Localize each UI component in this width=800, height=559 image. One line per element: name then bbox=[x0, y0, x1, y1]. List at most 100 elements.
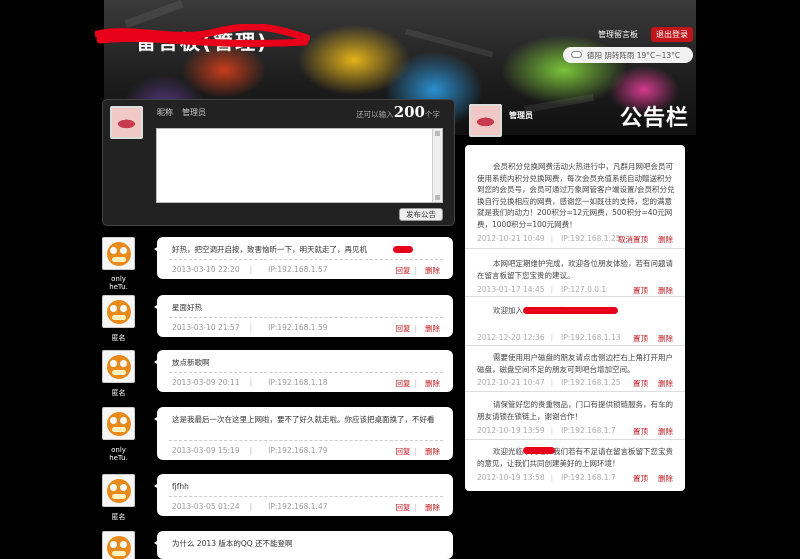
weather-widget: 德阳 阴转阵雨 19°C~13°C bbox=[563, 47, 693, 63]
char-count: 200 bbox=[393, 103, 425, 121]
ip-address: IP:192.168.1.7 bbox=[561, 426, 616, 435]
pin-button[interactable]: 置顶 bbox=[633, 334, 648, 343]
message-text: 为什么 2013 版本的QQ 还不能登啊 bbox=[172, 539, 293, 548]
announcement-author-avatar bbox=[469, 104, 502, 137]
message-bubble: 好热，把空调开启按，致害恼昕一下，明天就走了，再见机 2013-03-10 22… bbox=[154, 237, 453, 279]
announcement-text: 会员积分兑换网费活动火热进行中，凡群月网吧会员可使用系统内积分兑换网费，每次会员… bbox=[477, 162, 675, 229]
announcement-item: 欢迎加入本网吧QQ群：208413645 2012-12-20 12:36|IP… bbox=[465, 297, 685, 346]
timestamp: 2013-03-09 20:11 bbox=[172, 378, 240, 387]
admin-board-link[interactable]: 管理留言板 bbox=[598, 29, 638, 40]
timestamp: 2012-10-19 13:58 bbox=[477, 473, 545, 482]
delete-button[interactable]: 删除 bbox=[658, 379, 673, 388]
message-bubble: 为什么 2013 版本的QQ 还不能登啊 bbox=[154, 531, 453, 559]
ip-address: IP:192.168.1.59 bbox=[268, 323, 328, 332]
delete-button[interactable]: 删除 bbox=[658, 235, 673, 244]
delete-button[interactable]: 删除 bbox=[658, 474, 673, 483]
author-name: only heTu. bbox=[109, 275, 128, 291]
announcement-board-title: 公告栏 bbox=[620, 106, 690, 131]
announcement-item: 欢迎光临本网吧，我们若有不足请在留言板留下您宝贵的意见，让我们共同创建美好的上网… bbox=[477, 447, 673, 483]
weather-text: 德阳 阴转阵雨 19°C~13°C bbox=[587, 51, 681, 60]
list-item: only heTu. 好热，把空调开启按，致害恼昕一下，明天就走了，再见机 20… bbox=[102, 237, 453, 291]
ip-address: IP:192.168.1.13 bbox=[561, 333, 621, 342]
announcement-item: 会员积分兑换网费活动火热进行中，凡群月网吧会员可使用系统内积分兑换网费，每次会员… bbox=[465, 145, 685, 249]
avatar bbox=[102, 531, 135, 559]
delete-button[interactable]: 删除 bbox=[658, 427, 673, 436]
list-item: 匿名 fjfhh 2013-03-05 01:24 | IP:192.168.1.4… bbox=[102, 474, 453, 524]
delete-button[interactable]: 删除 bbox=[658, 334, 673, 343]
scrollbar[interactable] bbox=[432, 129, 442, 202]
nickname-value: 管理员 bbox=[182, 108, 206, 117]
timestamp: 2012-10-19 13:59 bbox=[477, 426, 545, 435]
delete-button[interactable]: 删除 bbox=[425, 379, 440, 388]
redaction-mark bbox=[523, 307, 618, 314]
logout-button[interactable]: 退出登录 bbox=[651, 27, 693, 42]
redaction-scribble bbox=[95, 24, 310, 48]
timestamp: 2013-03-10 21:57 bbox=[172, 323, 240, 332]
message-text: fjfhh bbox=[172, 482, 189, 491]
reply-button[interactable]: 回复 bbox=[395, 503, 410, 512]
message-bubble: 星面好热 2013-03-10 21:57 | IP:192.168.1.59 回复… bbox=[154, 295, 453, 337]
delete-button[interactable]: 删除 bbox=[425, 447, 440, 456]
redaction-mark bbox=[523, 447, 555, 454]
announcement-list: 会员积分兑换网费活动火热进行中，凡群月网吧会员可使用系统内积分兑换网费，每次会员… bbox=[465, 145, 685, 491]
author-name: 匿名 bbox=[111, 389, 126, 397]
announcement-text: 本网吧定期维护完成，欢迎各位朋友体验，若有问题请在留言板留下您宝贵的建议。 bbox=[477, 259, 673, 280]
reply-button[interactable]: 回复 bbox=[395, 379, 410, 388]
avatar bbox=[102, 350, 135, 383]
message-text: 放点新歌啊 bbox=[172, 358, 210, 367]
char-counter: 还可以输入200个字 bbox=[356, 103, 440, 121]
ip-address: IP:192.168.1.79 bbox=[268, 446, 328, 455]
avatar bbox=[102, 237, 135, 270]
timestamp: 2012-12-20 12:36 bbox=[477, 333, 545, 342]
announcement-text: 欢迎光临本网吧，我们若有不足请在留言板留下您宝贵的意见，让我们共同创建美好的上网… bbox=[477, 447, 673, 468]
publish-announcement-button[interactable]: 发布公告 bbox=[399, 208, 443, 221]
delete-button[interactable]: 删除 bbox=[425, 324, 440, 333]
reply-button[interactable]: 回复 bbox=[395, 324, 410, 333]
post-form: 昵称 管理员 还可以输入200个字 发布公告 bbox=[102, 99, 455, 226]
message-bubble: 放点新歌啊 2013-03-09 20:11 | IP:192.168.1.18 回… bbox=[154, 350, 453, 392]
redaction-mark bbox=[393, 246, 413, 253]
pin-button[interactable]: 置顶 bbox=[633, 427, 648, 436]
author-name: only heTu. bbox=[109, 446, 128, 462]
announcement-author-name: 管理员 bbox=[509, 111, 533, 120]
timestamp: 2012-10-21 10:47 bbox=[477, 378, 545, 387]
announcement-text: 需要使用用户磁盘的朋友请点击侧边栏右上角打开用户磁盘，磁盘空间不足的朋友可到吧台… bbox=[477, 353, 673, 374]
pin-button[interactable]: 置顶 bbox=[633, 286, 648, 295]
announcement-item: 需要使用用户磁盘的朋友请点击侧边栏右上角打开用户磁盘，磁盘空间不足的朋友可到吧台… bbox=[465, 346, 685, 392]
unpin-button[interactable]: 取消置顶 bbox=[618, 235, 648, 244]
pin-button[interactable]: 置顶 bbox=[633, 379, 648, 388]
pin-button[interactable]: 置顶 bbox=[633, 474, 648, 483]
author-name: 匿名 bbox=[111, 513, 126, 521]
delete-button[interactable]: 删除 bbox=[658, 286, 673, 295]
list-item: 匿名 放点新歌啊 2013-03-09 20:11 | IP:192.168.1.1… bbox=[102, 350, 453, 400]
message-bubble: fjfhh 2013-03-05 01:24 | IP:192.168.1.47 回… bbox=[154, 474, 453, 516]
cloud-icon bbox=[571, 51, 582, 58]
announcement-item: 本网吧定期维护完成，欢迎各位朋友体验，若有问题请在留言板留下您宝贵的建议。 20… bbox=[465, 249, 685, 297]
message-textarea[interactable] bbox=[156, 128, 443, 203]
avatar bbox=[102, 407, 135, 440]
timestamp: 2013-03-10 22:20 bbox=[172, 265, 240, 274]
avatar bbox=[102, 474, 135, 507]
avatar bbox=[110, 106, 143, 139]
ip-address: IP:192.168.1.7 bbox=[561, 473, 616, 482]
message-text: 这是我最后一次在这里上网啦，要不了好久就走啦。你应该把桌面换了，不好看 bbox=[172, 415, 435, 424]
ip-address: IP:192.168.1.18 bbox=[268, 378, 328, 387]
timestamp: 2013-01-17 14:45 bbox=[477, 285, 545, 294]
timestamp: 2012-10-21 10:49 bbox=[477, 234, 545, 243]
list-item: 匿名 星面好热 2013-03-10 21:57 | IP:192.168.1.59… bbox=[102, 295, 453, 345]
message-text: 星面好热 bbox=[172, 303, 202, 312]
delete-button[interactable]: 删除 bbox=[425, 503, 440, 512]
timestamp: 2013-03-09 15:19 bbox=[172, 446, 240, 455]
reply-button[interactable]: 回复 bbox=[395, 266, 410, 275]
reply-button[interactable]: 回复 bbox=[395, 447, 410, 456]
delete-button[interactable]: 删除 bbox=[425, 266, 440, 275]
nickname-label: 昵称 bbox=[157, 108, 173, 117]
ip-address: IP:127.0.0.1 bbox=[561, 285, 607, 294]
avatar bbox=[102, 295, 135, 328]
announcement-item: 请保管好您的贵重物品，门口有提供锁链服务，有车的朋友请锁在锁链上，谢谢合作！ 2… bbox=[465, 392, 685, 440]
ip-address: IP:192.168.1.57 bbox=[268, 265, 328, 274]
announcement-text: 请保管好您的贵重物品，门口有提供锁链服务，有车的朋友请锁在锁链上，谢谢合作！ bbox=[477, 400, 673, 421]
author-name: 匿名 bbox=[111, 334, 126, 342]
timestamp: 2013-03-05 01:24 bbox=[172, 502, 240, 511]
list-item: 为什么 2013 版本的QQ 还不能登啊 bbox=[102, 531, 453, 559]
